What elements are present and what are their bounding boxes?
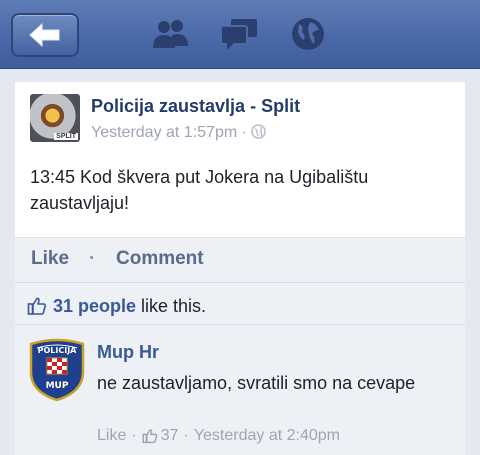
commenter-name-link[interactable]: Mup Hr bbox=[97, 342, 159, 363]
comment-button[interactable]: Comment bbox=[116, 248, 204, 270]
comment-meta: Like · 37 · Yesterday at 2:40pm bbox=[97, 427, 340, 445]
post-text: 13:45 Kod škvera put Jokera na Ugibališt… bbox=[30, 167, 369, 213]
police-badge-icon: POLICIJA MUP bbox=[29, 338, 85, 402]
likes-suffix: like this. bbox=[141, 295, 207, 316]
comment-text: ne zaustavljamo, svratili smo na cevape bbox=[97, 373, 416, 393]
page-name-link[interactable]: Policija zaustavlja - Split bbox=[91, 96, 300, 117]
back-button[interactable] bbox=[11, 13, 79, 57]
divider bbox=[15, 282, 465, 283]
badge-text-top: POLICIJA bbox=[38, 346, 78, 355]
top-navigation-bar bbox=[0, 0, 480, 69]
page-avatar[interactable]: SPLIT bbox=[30, 94, 80, 142]
likers-link[interactable]: 31 people bbox=[53, 296, 136, 317]
like-button[interactable]: Like bbox=[31, 248, 69, 270]
friends-icon bbox=[153, 20, 188, 48]
messages-icon bbox=[220, 19, 257, 50]
messages-button[interactable] bbox=[219, 16, 259, 52]
comment-meta-separator: · bbox=[131, 427, 137, 444]
public-audience-icon bbox=[251, 124, 267, 139]
post-meta: Yesterday at 1:57pm · bbox=[91, 124, 267, 142]
small-thumbs-up-icon bbox=[142, 428, 158, 444]
thumbs-up-icon bbox=[27, 296, 47, 316]
action-separator: · bbox=[89, 248, 96, 269]
avatar-tag: SPLIT bbox=[54, 133, 78, 140]
meta-separator: · bbox=[241, 124, 247, 141]
divider bbox=[15, 324, 465, 325]
friend-requests-button[interactable] bbox=[150, 16, 190, 52]
post-card: SPLIT Policija zaustavlja - Split Yester… bbox=[15, 82, 465, 455]
comment-timestamp[interactable]: Yesterday at 2:40pm bbox=[194, 427, 340, 445]
post-timestamp[interactable]: Yesterday at 1:57pm bbox=[91, 124, 237, 141]
globe-icon bbox=[292, 18, 324, 50]
comment-meta-separator: · bbox=[183, 427, 189, 444]
post-actions: Like · Comment bbox=[15, 237, 465, 282]
notifications-button[interactable] bbox=[288, 16, 328, 52]
comment-like-button[interactable]: Like bbox=[97, 427, 126, 445]
commenter-avatar[interactable]: POLICIJA MUP bbox=[27, 338, 87, 402]
likes-summary: 31 people like this. bbox=[27, 294, 206, 318]
comment-like-count[interactable]: 37 bbox=[161, 427, 179, 445]
badge-text-bottom: MUP bbox=[46, 381, 69, 391]
post-body: SPLIT Policija zaustavlja - Split Yester… bbox=[15, 82, 465, 237]
back-arrow-icon bbox=[29, 22, 60, 48]
